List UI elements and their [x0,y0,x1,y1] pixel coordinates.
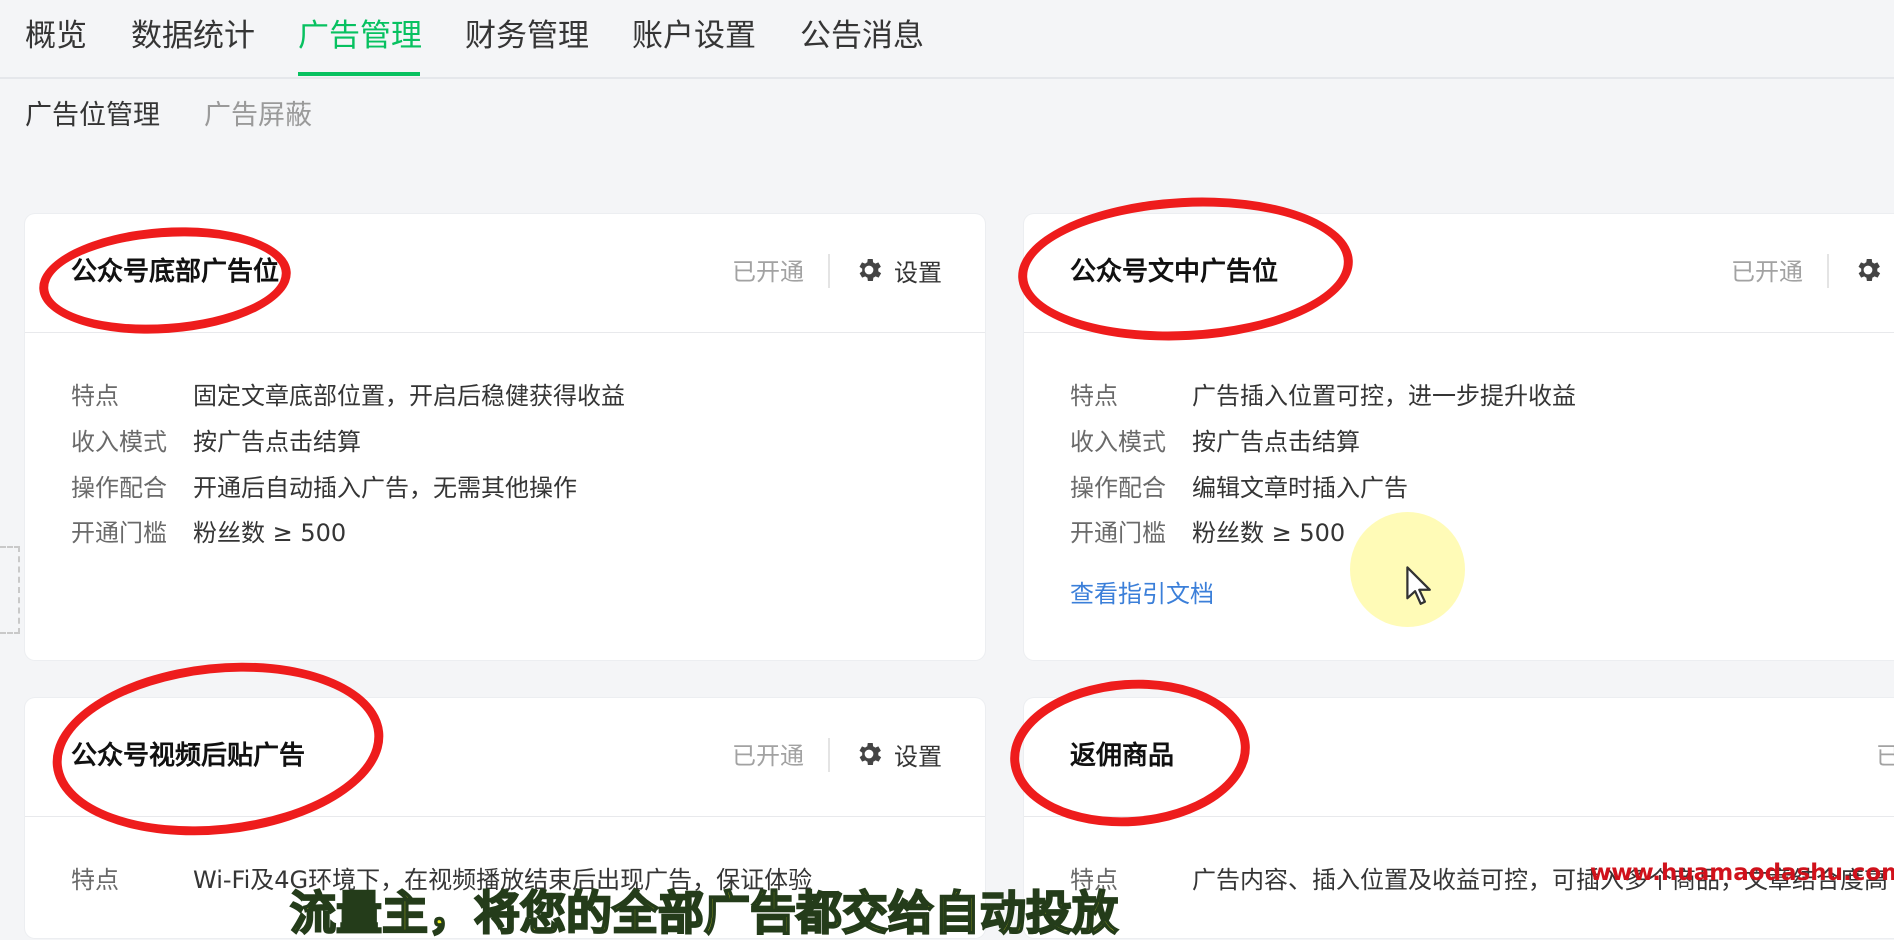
detail-row: 开通门槛 粉丝数 ≥ 500 [1070,515,1345,551]
detail-value: 开通后自动插入广告，无需其他操作 [193,474,577,502]
status-badge: 已开通 [732,258,804,286]
header-divider [828,254,830,288]
settings-label: 设置 [894,258,942,287]
detail-key: 收入模式 [1070,428,1166,456]
detail-row: 收入模式 按广告点击结算 [1070,424,1360,460]
gear-icon [1858,259,1881,281]
collapsed-panel-edge [0,546,20,634]
tab-account-settings[interactable]: 账户设置 [632,14,756,58]
status-badge: 已 [1876,742,1894,770]
detail-value: 粉丝数 ≥ 500 [1192,519,1346,547]
settings-button[interactable]: 设置 [854,734,942,774]
detail-key: 开通门槛 [71,519,167,547]
status-badge: 已开通 [732,742,804,770]
detail-key: 特点 [71,866,119,894]
tab-announcements[interactable]: 公告消息 [800,14,924,58]
tab-ad-management[interactable]: 广告管理 [298,14,422,58]
detail-value: 按广告点击结算 [193,428,361,456]
detail-value: 广告插入位置可控，进一步提升收益 [1192,382,1576,410]
detail-value: 编辑文章时插入广告 [1192,474,1408,502]
settings-button[interactable]: 设置 [854,250,942,290]
settings-label: 设置 [894,742,942,771]
detail-row: 操作配合 编辑文章时插入广告 [1070,470,1408,506]
tab-overview[interactable]: 概览 [25,14,87,58]
settings-button[interactable] [1853,250,1883,290]
tab-data-statistics[interactable]: 数据统计 [131,14,255,58]
mouse-pointer-icon [1406,566,1431,605]
detail-row: 操作配合 开通后自动插入广告，无需其他操作 [71,470,577,506]
detail-row: 特点 广告插入位置可控，进一步提升收益 [1070,378,1576,414]
status-badge: 已开通 [1731,258,1803,286]
subtab-ad-slot-management[interactable]: 广告位管理 [25,98,160,134]
detail-value: 固定文章底部位置，开启后稳健获得收益 [193,382,625,410]
detail-row: 开通门槛 粉丝数 ≥ 500 [71,515,346,551]
detail-key: 操作配合 [71,474,167,502]
gear-icon [859,743,882,765]
detail-row: 收入模式 按广告点击结算 [71,424,361,460]
header-divider [1827,254,1829,288]
main-nav: 概览 数据统计 广告管理 财务管理 账户设置 公告消息 [0,0,1894,79]
detail-row: 特点 固定文章底部位置，开启后稳健获得收益 [71,378,625,414]
tab-finance[interactable]: 财务管理 [465,14,589,58]
active-tab-indicator [298,72,420,76]
subtab-ad-blocking[interactable]: 广告屏蔽 [204,98,312,134]
header-divider [828,738,830,772]
guide-doc-link[interactable]: 查看指引文档 [1070,576,1214,612]
detail-key: 开通门槛 [1070,519,1166,547]
video-subtitle: 流量主，将您的全部广告都交给自动投放 [289,886,1119,940]
detail-key: 操作配合 [1070,474,1166,502]
detail-value: 粉丝数 ≥ 500 [193,519,347,547]
detail-key: 特点 [1070,382,1118,410]
detail-key: 特点 [71,382,119,410]
detail-key: 收入模式 [71,428,167,456]
detail-value: 按广告点击结算 [1192,428,1360,456]
gear-icon [859,259,882,281]
watermark-text: www.huamaodashu.com [1590,860,1894,886]
